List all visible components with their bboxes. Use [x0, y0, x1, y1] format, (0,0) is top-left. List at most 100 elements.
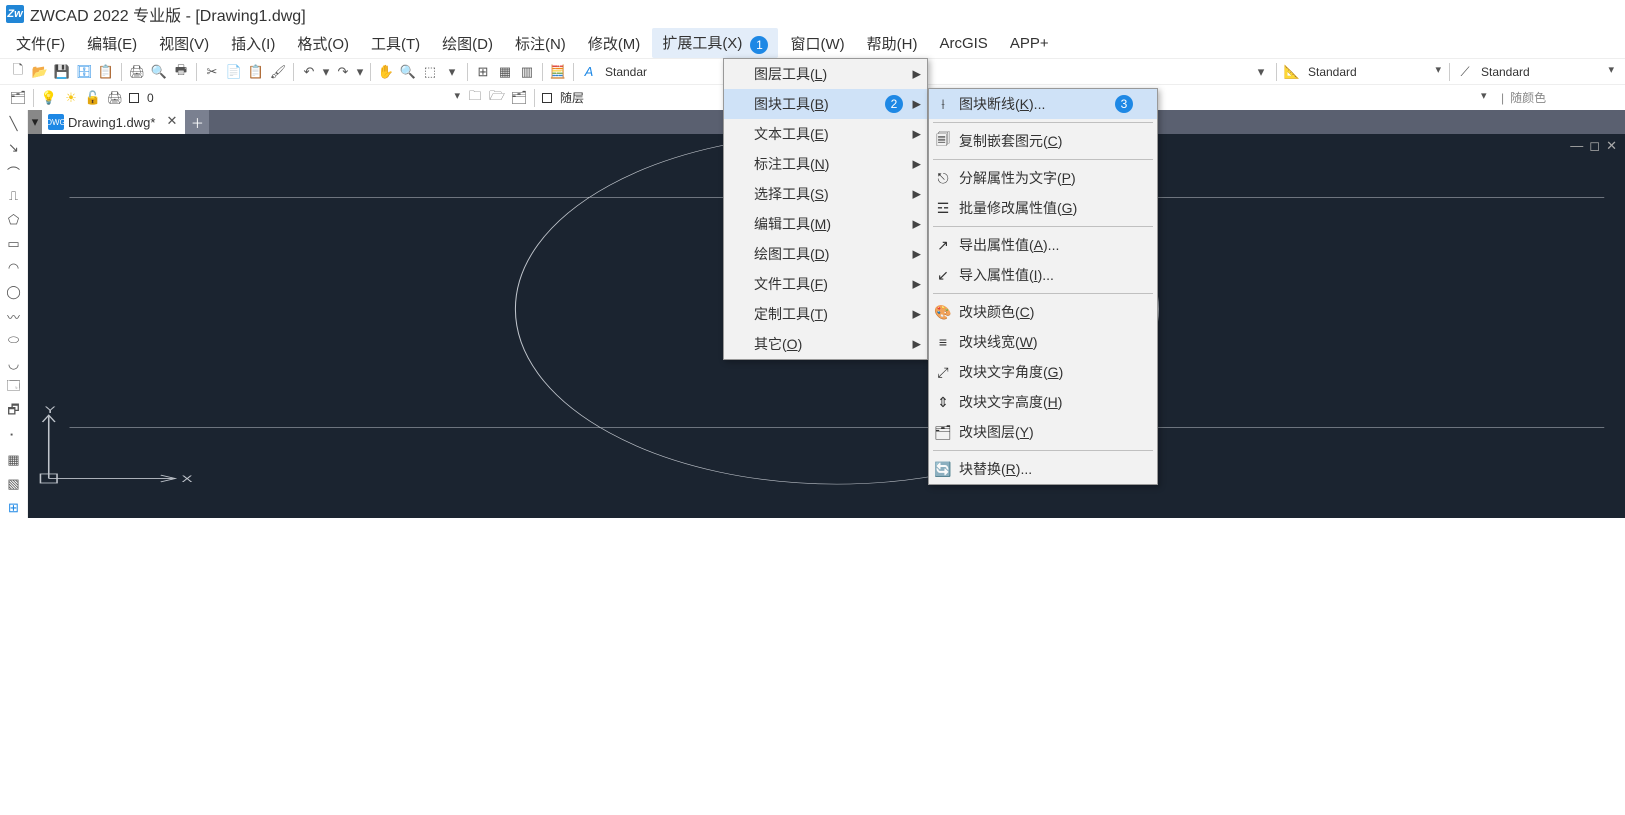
region-icon[interactable]: ▧ — [4, 474, 24, 494]
point-icon[interactable]: ⠂ — [4, 426, 24, 446]
menu-dimension[interactable]: 标注(N) — [505, 29, 576, 58]
menu-change-text-height[interactable]: ⇕ 改块文字高度(H) — [929, 387, 1157, 417]
menu-block-tools[interactable]: 图块工具(B) 2 ▶ — [724, 89, 927, 119]
grid-icon-2[interactable]: ▦ — [495, 62, 515, 82]
grid-icon-1[interactable]: ⊞ — [473, 62, 493, 82]
zoom-extents-icon[interactable]: ▾ — [442, 62, 462, 82]
unlock-icon[interactable]: 🔓 — [83, 88, 103, 108]
menu-layer-tools[interactable]: 图层工具(L) ▶ — [724, 59, 927, 89]
menu-format[interactable]: 格式(O) — [287, 29, 359, 58]
layer-prev-icon[interactable]: 🗀 — [465, 88, 485, 108]
layer-combo[interactable]: 0 ▾ — [143, 88, 463, 108]
text-style-icon[interactable]: A — [579, 62, 599, 82]
document-tab-active[interactable]: DWG Drawing1.dwg* ✕ — [42, 110, 185, 134]
color-swatch-white[interactable] — [129, 93, 139, 103]
ray-icon[interactable]: ↘ — [4, 138, 24, 158]
menu-file-tools[interactable]: 文件工具(F) ▶ — [724, 269, 927, 299]
layer-manager-icon[interactable]: 🗂 — [8, 88, 28, 108]
maximize-icon[interactable]: ◻ — [1589, 138, 1600, 154]
menu-custom-tools[interactable]: 定制工具(T) ▶ — [724, 299, 927, 329]
close-viewport-icon[interactable]: ✕ — [1606, 138, 1617, 154]
open-file-icon[interactable]: 📂 — [30, 62, 50, 82]
ellipse-icon[interactable]: ⬭ — [4, 330, 24, 350]
menu-modify[interactable]: 修改(M) — [578, 29, 651, 58]
bulb-on-icon[interactable]: 💡 — [39, 88, 59, 108]
menu-insert[interactable]: 插入(I) — [221, 29, 285, 58]
text-style-combo[interactable]: Standar — [601, 62, 681, 82]
menu-file[interactable]: 文件(F) — [6, 29, 75, 58]
undo-icon[interactable]: ↶ — [299, 62, 319, 82]
zoom-icon[interactable]: 🔍 — [398, 62, 418, 82]
redo-dropdown-icon[interactable]: ▾ — [355, 62, 365, 82]
menu-change-lineweight[interactable]: ≡ 改块线宽(W) — [929, 327, 1157, 357]
menu-view[interactable]: 视图(V) — [149, 29, 219, 58]
ellipse-arc-icon[interactable]: ◡ — [4, 354, 24, 374]
menu-extensions[interactable]: 扩展工具(X) 1 — [652, 28, 778, 57]
menu-others[interactable]: 其它(O) ▶ — [724, 329, 927, 359]
polygon-icon[interactable]: ⬠ — [4, 210, 24, 230]
table-style-icon[interactable]: ⟋ — [1455, 62, 1475, 82]
menu-draw-tools[interactable]: 绘图工具(D) ▶ — [724, 239, 927, 269]
menu-select-tools[interactable]: 选择工具(S) ▶ — [724, 179, 927, 209]
menu-batch-attr[interactable]: ☲ 批量修改属性值(G) — [929, 193, 1157, 223]
menu-change-layer[interactable]: 🗂 改块图层(Y) — [929, 417, 1157, 447]
close-icon[interactable]: ✕ — [167, 113, 178, 129]
grid-icon-3[interactable]: ▥ — [517, 62, 537, 82]
insert-block-icon[interactable]: 🗔 — [4, 378, 24, 398]
menu-export-attr[interactable]: ↗ 导出属性值(A)... — [929, 230, 1157, 260]
redo-icon[interactable]: ↷ — [333, 62, 353, 82]
cut-icon[interactable]: ✂ — [202, 62, 222, 82]
zoom-window-icon[interactable]: ⬚ — [420, 62, 440, 82]
menu-appplus[interactable]: APP+ — [1000, 31, 1059, 56]
print-icon[interactable]: 🖨 — [127, 62, 147, 82]
saveas-icon[interactable]: 📋 — [96, 62, 116, 82]
publish-icon[interactable]: 🖶 — [171, 62, 191, 82]
menu-help[interactable]: 帮助(H) — [857, 29, 928, 58]
match-icon[interactable]: 🖌 — [268, 62, 288, 82]
caret-icon[interactable]: ▾ — [1251, 62, 1271, 82]
menu-block-breakline[interactable]: ⟊ 图块断线(K)... 3 — [929, 89, 1157, 119]
menu-change-text-angle[interactable]: ⤢ 改块文字角度(G) — [929, 357, 1157, 387]
minimize-icon[interactable]: — — [1570, 138, 1583, 154]
menu-tools[interactable]: 工具(T) — [361, 29, 430, 58]
color-swatch[interactable] — [542, 93, 552, 103]
menu-copy-nested[interactable]: 🗐 复制嵌套图元(C) — [929, 126, 1157, 156]
menu-change-color[interactable]: 🎨 改块颜色(C) — [929, 297, 1157, 327]
tab-handle-icon[interactable]: ▾ — [28, 110, 42, 134]
rectangle-icon[interactable]: ▭ — [4, 234, 24, 254]
new-file-icon[interactable]: 🗋 — [8, 62, 28, 82]
menu-import-attr[interactable]: ↙ 导入属性值(I)... — [929, 260, 1157, 290]
table-icon[interactable]: ⊞ — [4, 498, 24, 518]
hatch-icon[interactable]: ▦ — [4, 450, 24, 470]
line-icon[interactable]: ╲ — [4, 114, 24, 134]
layer-states-icon[interactable]: 🗁 — [487, 88, 507, 108]
layer-filter-icon[interactable]: 🗂 — [509, 88, 529, 108]
circle-icon[interactable]: ◯ — [4, 282, 24, 302]
menu-window[interactable]: 窗口(W) — [780, 29, 854, 58]
add-tab-button[interactable]: ＋ — [185, 110, 209, 134]
menu-draw[interactable]: 绘图(D) — [432, 29, 503, 58]
linetype-combo[interactable]: ▾ | 随颜色 — [1497, 88, 1617, 108]
menu-block-replace[interactable]: 🔄 块替换(R)... — [929, 454, 1157, 484]
menu-edit-tools[interactable]: 编辑工具(M) ▶ — [724, 209, 927, 239]
menu-arcgis[interactable]: ArcGIS — [929, 31, 997, 56]
menu-edit[interactable]: 编辑(E) — [77, 29, 147, 58]
menu-text-tools[interactable]: 文本工具(E) ▶ — [724, 119, 927, 149]
save-icon[interactable]: 💾 — [52, 62, 72, 82]
preview-icon[interactable]: 🔍 — [149, 62, 169, 82]
calc-icon[interactable]: 🧮 — [548, 62, 568, 82]
polyline-icon[interactable]: ⎍ — [4, 186, 24, 206]
make-block-icon[interactable]: 🗗 — [4, 402, 24, 422]
saveall-icon[interactable]: 🗄 — [74, 62, 94, 82]
dim-style-icon[interactable]: 📐 — [1282, 62, 1302, 82]
paste-icon[interactable]: 📋 — [246, 62, 266, 82]
arc-icon[interactable]: ⌒ — [4, 162, 24, 182]
print-color-icon[interactable]: 🖨 — [105, 88, 125, 108]
pan-icon[interactable]: ✋ — [376, 62, 396, 82]
color-combo[interactable]: 随层 — [556, 88, 676, 108]
menu-explode-attr[interactable]: ⎋ 分解属性为文字(P) — [929, 163, 1157, 193]
sun-icon[interactable]: ☀ — [61, 88, 81, 108]
table-style-combo[interactable]: Standard ▾ — [1477, 62, 1617, 82]
dim-style-combo[interactable]: Standard ▾ — [1304, 62, 1444, 82]
arc2-icon[interactable]: ◠ — [4, 258, 24, 278]
